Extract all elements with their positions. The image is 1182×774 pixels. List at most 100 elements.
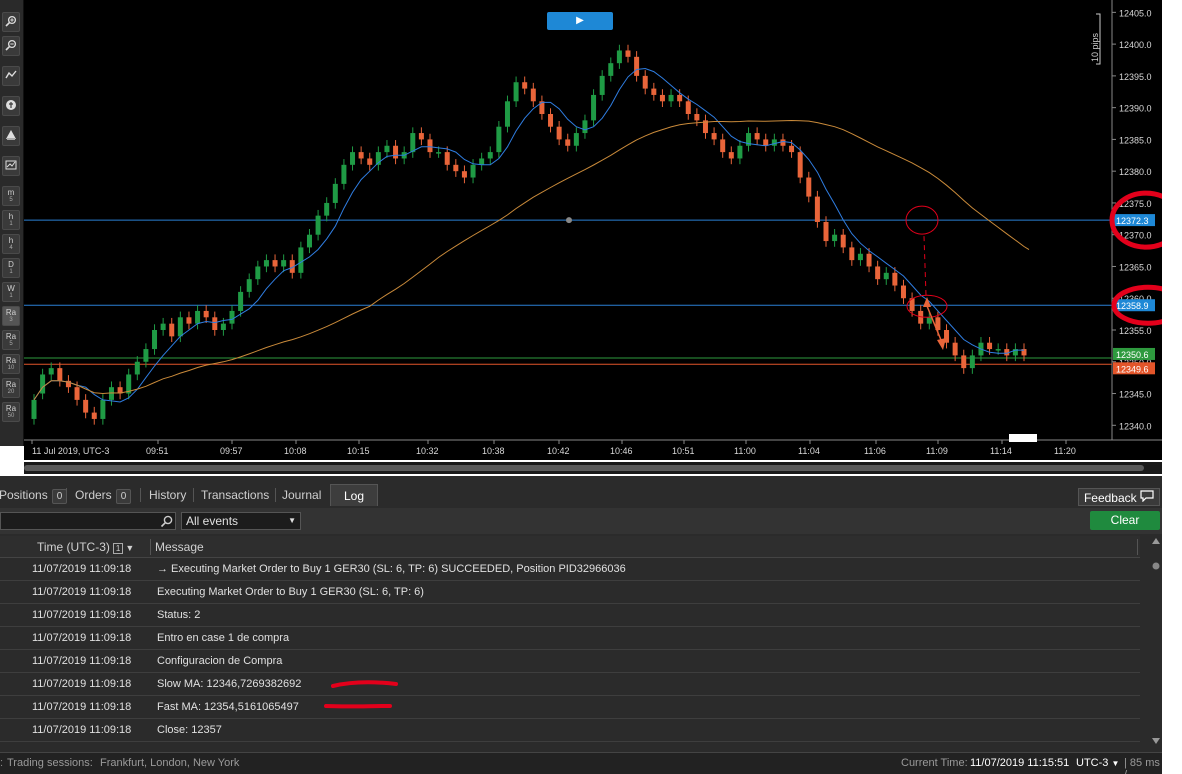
timeframe-button-m5[interactable]: m5: [2, 186, 20, 206]
price-tick-label: 12365.0: [1119, 262, 1152, 272]
indicators-button[interactable]: [2, 66, 20, 86]
tab-divider: [66, 488, 67, 502]
log-row[interactable]: 11/07/2019 11:09:18 Slow MA: 12346,726938…: [0, 673, 1140, 696]
timeframe-button-ra20[interactable]: Ra 20: [2, 378, 20, 398]
candle-body: [840, 234, 846, 248]
candle-body: [341, 164, 347, 184]
time-tick-label: 10:38: [482, 446, 505, 456]
time-tick-label: 10:51: [672, 446, 695, 456]
search-icon[interactable]: [160, 515, 173, 531]
tab-journal[interactable]: Journal: [277, 484, 326, 506]
log-vertical-scrollbar[interactable]: [1150, 536, 1162, 748]
log-message: → Executing Market Order to Buy 1 GER30 …: [157, 563, 626, 575]
candle-body: [754, 133, 760, 140]
play-button[interactable]: ▶: [547, 12, 613, 30]
candle-body: [91, 412, 97, 419]
candle-body: [384, 145, 390, 153]
drawing-icon: [5, 129, 17, 143]
current-bar-marker: [1009, 434, 1037, 442]
timeframe-period: 1: [9, 221, 13, 227]
zoom-in-button[interactable]: [2, 12, 20, 32]
timeframe-button-h1[interactable]: h1: [2, 210, 20, 230]
candle-body: [780, 139, 786, 146]
candle-body: [642, 75, 648, 89]
log-row[interactable]: 11/07/2019 11:09:18 Close: 12357: [0, 719, 1140, 742]
timeframe-button-ra50[interactable]: Ra 50: [2, 402, 20, 422]
fast-ma-line: [33, 67, 1024, 403]
current-time-value: 11/07/2019 11:15:51: [970, 757, 1070, 769]
candle-body: [427, 139, 433, 153]
timeframe-button-w1[interactable]: W1: [2, 282, 20, 302]
column-divider[interactable]: [150, 539, 151, 555]
candle-body: [461, 171, 467, 178]
orders-count-badge: 0: [115, 489, 132, 504]
tab-positions[interactable]: Positions 0: [0, 484, 72, 506]
time-tick-label: 09:51: [146, 446, 169, 456]
price-tick-label: 12380.0: [1119, 167, 1152, 177]
log-row[interactable]: 11/07/2019 11:09:18 Executing Market Orde…: [0, 581, 1140, 604]
candle-body: [504, 101, 510, 127]
chart-toolbar: m 5 h 1 h 4 D 1 W 1 Ra 3 Ra 5 Ra 10 Ra 20 Ra 50: [0, 0, 24, 446]
tab-history[interactable]: History: [144, 484, 191, 506]
log-row[interactable]: 11/07/2019 11:09:18 Status: 2: [0, 604, 1140, 627]
candle-body: [659, 94, 665, 102]
message-column-header[interactable]: Message: [155, 536, 204, 558]
log-row[interactable]: 11/07/2019 11:09:18 Entro en case 1 de co…: [0, 627, 1140, 650]
log-row[interactable]: 11/07/2019 11:09:18 Fast MA: 12354,516106…: [0, 696, 1140, 719]
price-chart[interactable]: 12405.0 12400.0 12395.0 12390.0 12385.0 12380…: [24, 0, 1162, 460]
candle-body: [892, 272, 898, 286]
zoom-out-button[interactable]: [2, 36, 20, 56]
tab-log[interactable]: Log: [330, 484, 378, 506]
log-row[interactable]: 11/07/2019 11:09:18 → Executing Market Or…: [0, 558, 1140, 581]
timeframe-button-ra3[interactable]: Ra 3: [2, 306, 20, 326]
price-tick-label: 12340.0: [1119, 421, 1152, 431]
chart-canvas[interactable]: 12405.0 12400.0 12395.0 12390.0 12385.0 12380…: [24, 0, 1162, 460]
time-column-header[interactable]: Time (UTC-3) 1 ▼: [37, 536, 134, 559]
panel-tabs: Positions 0 Orders 0 History Transactions …: [0, 482, 1162, 506]
events-filter-value: All events: [186, 514, 239, 528]
status-bar: : Trading sessions: Frankfurt, London, N…: [0, 752, 1162, 774]
candle-body: [108, 387, 114, 400]
timezone-select[interactable]: UTC-3 ▼: [1076, 757, 1119, 769]
candle-body: [444, 152, 450, 165]
candle-body: [220, 323, 226, 330]
time-tick-label: 10:42: [547, 446, 570, 456]
log-row[interactable]: 11/07/2019 11:09:18 Configuracion de Comp…: [0, 650, 1140, 673]
candle-body: [857, 253, 863, 261]
candle-body: [513, 82, 519, 102]
candle-body: [160, 323, 166, 330]
candle-body: [195, 310, 201, 324]
log-search-input[interactable]: [0, 512, 176, 530]
chevron-down-icon: ▼: [1111, 759, 1120, 768]
timeframe-button-ra5[interactable]: Ra 5: [2, 330, 20, 350]
candle-body: [470, 164, 476, 178]
tab-label: Orders: [75, 488, 112, 502]
drawing-button[interactable]: [2, 126, 20, 146]
log-time: 11/07/2019 11:09:18: [32, 724, 132, 736]
candle-body: [961, 355, 967, 369]
events-filter-select[interactable]: All events ▼: [181, 512, 301, 530]
time-tick-label: 11:09: [926, 446, 948, 456]
current-time-label: Current Time:: [901, 757, 968, 769]
candle-body: [453, 164, 459, 172]
candle-body: [806, 177, 812, 197]
sort-arrow-icon[interactable]: ▼: [125, 543, 134, 553]
timeframe-button-ra10[interactable]: Ra 10: [2, 354, 20, 374]
chart-settings-button[interactable]: [2, 156, 20, 176]
timeframe-label: Ra: [5, 332, 17, 341]
log-time: 11/07/2019 11:09:18: [32, 655, 132, 667]
tab-divider: [275, 488, 276, 502]
timeframe-button-h4[interactable]: h4: [2, 234, 20, 254]
clear-button[interactable]: Clear: [1090, 511, 1160, 530]
chart-horizontal-scrollbar[interactable]: [24, 462, 1162, 474]
feedback-button[interactable]: Feedback: [1077, 488, 1160, 506]
timeframe-label: W: [7, 284, 15, 293]
candle-body: [418, 133, 424, 140]
tab-orders[interactable]: Orders 0: [70, 484, 136, 506]
candle-body: [281, 260, 287, 267]
timeframe-button-d1[interactable]: D1: [2, 258, 20, 278]
price-tick-label: 12385.0: [1119, 135, 1152, 145]
scrollbar-thumb[interactable]: [24, 465, 1144, 471]
tab-transactions[interactable]: Transactions: [196, 484, 274, 506]
objects-button[interactable]: [2, 96, 20, 116]
